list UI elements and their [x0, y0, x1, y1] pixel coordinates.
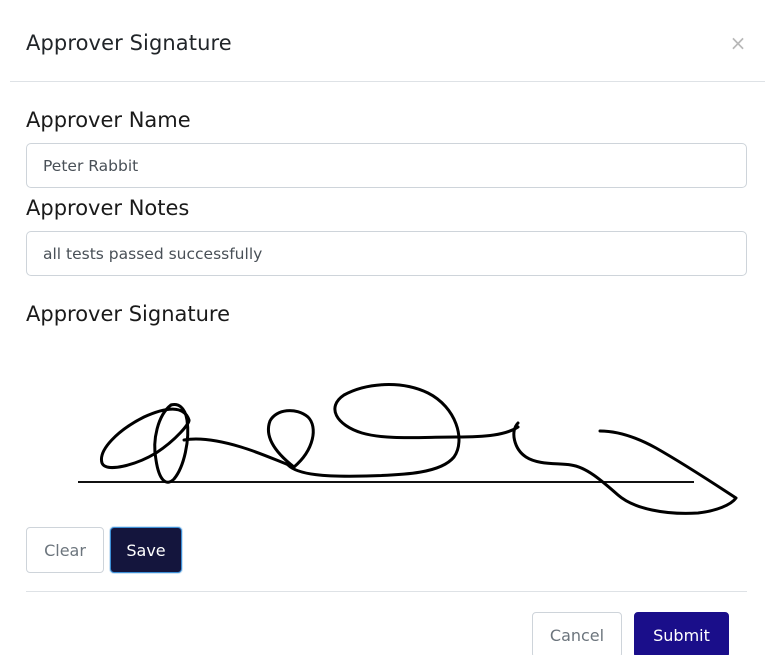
- signature-stroke: [286, 383, 520, 478]
- clear-button[interactable]: Clear: [26, 527, 104, 573]
- approver-name-input[interactable]: [26, 143, 747, 188]
- approver-name-label: Approver Name: [26, 108, 191, 132]
- signature-stroke: [512, 421, 738, 515]
- close-icon[interactable]: ×: [727, 32, 749, 54]
- cancel-button[interactable]: Cancel: [532, 612, 622, 655]
- approver-signature-label: Approver Signature: [26, 302, 231, 326]
- signature-modal: Approver Signature × Approver Name Appro…: [0, 0, 765, 655]
- signature-strokes: [100, 383, 738, 515]
- save-button[interactable]: Save: [110, 527, 182, 573]
- modal-header: Approver Signature ×: [10, 0, 765, 82]
- signature-stroke: [100, 407, 191, 470]
- approver-notes-input[interactable]: [26, 231, 747, 276]
- signature-pad[interactable]: [26, 345, 747, 520]
- footer-divider: [26, 591, 747, 592]
- submit-button[interactable]: Submit: [634, 612, 729, 655]
- approver-notes-label: Approver Notes: [26, 196, 190, 220]
- modal-title: Approver Signature: [26, 31, 232, 55]
- signature-drawing: [78, 383, 738, 515]
